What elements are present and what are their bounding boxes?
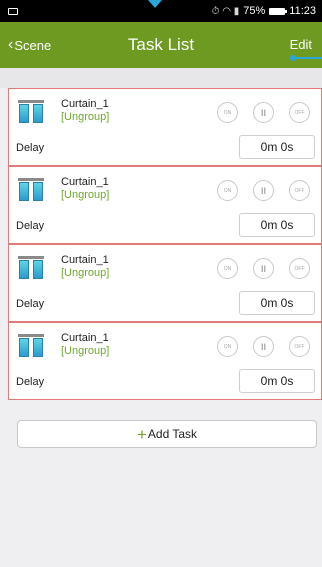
task-card: Curtain_1 [Ungroup] ON II OFF Delay 0m 0… — [8, 166, 322, 244]
edit-button[interactable]: Edit — [290, 22, 312, 68]
task-card: Curtain_1 [Ungroup] ON II OFF Delay 0m 0… — [8, 88, 322, 166]
alarm-wifi-signal-icon: ⏱ ◠ ▮ — [211, 5, 240, 17]
tap-marker-icon — [148, 0, 162, 8]
device-name: Curtain_1 — [61, 254, 109, 266]
delay-label: Delay — [16, 376, 45, 388]
curtain-on-button[interactable]: ON — [217, 258, 238, 279]
task-card: Curtain_1 [Ungroup] ON II OFF Delay 0m 0… — [8, 322, 322, 400]
delay-label: Delay — [16, 220, 45, 232]
edit-pointer-icon — [290, 55, 322, 61]
status-time: 11:23 — [289, 5, 316, 17]
device-name: Curtain_1 — [61, 332, 109, 344]
task-list: Curtain_1 [Ungroup] ON II OFF Delay 0m 0… — [8, 88, 322, 400]
header: ‹ Scene Task List Edit — [0, 22, 322, 68]
add-task-label: Add Task — [147, 427, 198, 441]
curtain-pause-button[interactable]: II — [253, 258, 274, 279]
curtain-icon — [18, 178, 44, 201]
curtain-icon — [18, 334, 44, 357]
curtain-icon — [18, 100, 44, 123]
curtain-off-button[interactable]: OFF — [289, 336, 310, 357]
curtain-icon — [18, 256, 44, 279]
device-group: [Ungroup] — [61, 267, 110, 279]
device-group: [Ungroup] — [61, 345, 110, 357]
battery-icon — [269, 7, 288, 15]
notification-icon — [8, 7, 18, 15]
curtain-on-button[interactable]: ON — [217, 336, 238, 357]
task-card: Curtain_1 [Ungroup] ON II OFF Delay 0m 0… — [8, 244, 322, 322]
back-button[interactable]: ‹ Scene — [8, 22, 51, 68]
delay-label: Delay — [16, 298, 45, 310]
delay-label: Delay — [16, 142, 45, 154]
battery-percent: 75% — [243, 5, 266, 17]
device-name: Curtain_1 — [61, 176, 109, 188]
curtain-pause-button[interactable]: II — [253, 180, 274, 201]
curtain-off-button[interactable]: OFF — [289, 102, 310, 123]
delay-value-field[interactable]: 0m 0s — [239, 369, 315, 393]
curtain-on-button[interactable]: ON — [217, 180, 238, 201]
add-task-button[interactable]: + Add Task — [17, 420, 317, 448]
back-label: Scene — [14, 37, 52, 53]
section-spacer — [0, 68, 322, 88]
curtain-off-button[interactable]: OFF — [289, 180, 310, 201]
status-right: ⏱ ◠ ▮ 75% 11:23 — [212, 5, 316, 17]
delay-value-field[interactable]: 0m 0s — [239, 213, 315, 237]
device-name: Curtain_1 — [61, 98, 109, 110]
curtain-off-button[interactable]: OFF — [289, 258, 310, 279]
delay-value-field[interactable]: 0m 0s — [239, 291, 315, 315]
device-group: [Ungroup] — [61, 111, 110, 123]
curtain-on-button[interactable]: ON — [217, 102, 238, 123]
delay-value-field[interactable]: 0m 0s — [239, 135, 315, 159]
chevron-left-icon: ‹ — [8, 36, 14, 53]
curtain-pause-button[interactable]: II — [253, 336, 274, 357]
device-group: [Ungroup] — [61, 189, 110, 201]
curtain-pause-button[interactable]: II — [253, 102, 274, 123]
plus-icon: + — [136, 424, 147, 444]
